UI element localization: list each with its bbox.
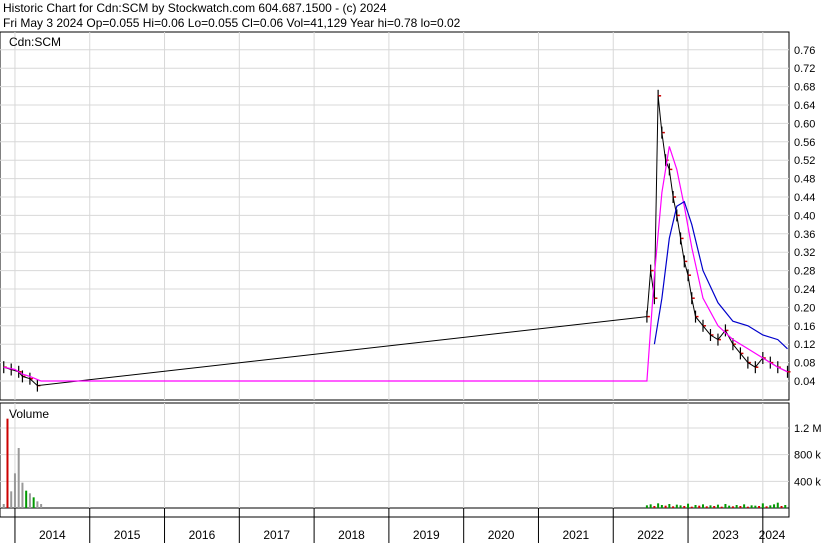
volume-bar [731, 506, 734, 508]
volume-bar [750, 505, 753, 508]
price-tick-label: 0.12 [794, 339, 815, 351]
price-tick-label: 0.20 [794, 302, 815, 314]
volume-bar [780, 506, 783, 508]
volume-bar [40, 504, 43, 508]
price-tick-label: 0.76 [794, 45, 815, 57]
x-tick-label: 2021 [563, 528, 590, 542]
volume-bar [728, 505, 731, 508]
timeline-strip [0, 507, 790, 518]
volume-bar [28, 493, 31, 508]
volume-panel-frame [0, 402, 790, 509]
volume-bar [25, 490, 28, 508]
x-tick-label: 2019 [413, 528, 440, 542]
price-tick-label: 0.64 [794, 100, 815, 112]
x-tick-label: 2023 [712, 528, 739, 542]
volume-bar [694, 505, 697, 508]
price-tick-label: 0.52 [794, 155, 815, 167]
volume-tick-label: 400 k [794, 476, 821, 488]
price-tick-label: 0.16 [794, 321, 815, 333]
volume-bar [675, 504, 678, 508]
x-tick-label: 2020 [488, 528, 515, 542]
volume-bar [672, 506, 675, 508]
volume-tick-label: 800 k [794, 450, 821, 462]
volume-bar [690, 506, 693, 508]
x-tick-label: 2018 [338, 528, 365, 542]
volume-bar [683, 506, 686, 508]
x-tick-label: 2017 [263, 528, 290, 542]
volume-bar [657, 503, 660, 508]
volume-bar [10, 491, 13, 508]
x-tick-label: 2015 [114, 528, 141, 542]
volume-bar [701, 504, 704, 508]
volume-bar [32, 497, 35, 508]
volume-bar [36, 501, 39, 508]
volume-bar [660, 505, 663, 508]
volume-bar [735, 505, 738, 508]
volume-bar [773, 504, 776, 508]
price-tick-label: 0.08 [794, 358, 815, 370]
volume-bar [761, 503, 764, 508]
price-tick-label: 0.48 [794, 174, 815, 186]
volume-bar [6, 418, 9, 508]
volume-bar [17, 448, 20, 508]
volume-bar [664, 505, 667, 508]
volume-bar [713, 506, 716, 508]
volume-bar [743, 504, 746, 508]
volume-bar [758, 506, 761, 508]
price-panel-title: Cdn:SCM [9, 35, 61, 49]
price-tick-label: 0.60 [794, 118, 815, 130]
volume-bar [2, 504, 5, 508]
volume-bar [0, 500, 1, 508]
volume-bar [720, 506, 723, 508]
volume-bar [698, 505, 701, 508]
volume-bar [13, 473, 16, 508]
price-tick-label: 0.32 [794, 247, 815, 259]
price-tick-label: 0.24 [794, 284, 815, 296]
volume-bar [679, 505, 682, 508]
volume-bar [705, 506, 708, 508]
x-tick-label: 2024 [759, 528, 786, 542]
price-volume-chart: 0.76 0.72 0.68 0.64 0.60 0.56 0.52 0.48 0.44 0.40… [0, 31, 822, 543]
volume-bar [668, 504, 671, 508]
price-tick-label: 0.68 [794, 82, 815, 94]
volume-bar [653, 506, 656, 508]
volume-bar [649, 504, 652, 508]
volume-bar [687, 503, 690, 508]
volume-bar [746, 506, 749, 508]
x-tick-label: 2014 [39, 528, 66, 542]
volume-bar [21, 482, 24, 508]
volume-bar [724, 504, 727, 508]
price-tick-label: 0.56 [794, 137, 815, 149]
price-tick-label: 0.36 [794, 229, 815, 241]
volume-bar [769, 505, 772, 508]
volume-bar [784, 505, 787, 508]
volume-bar [739, 506, 742, 508]
price-tick-label: 0.04 [794, 376, 815, 388]
volume-bar [716, 504, 719, 508]
price-tick-label: 0.28 [794, 266, 815, 278]
price-tick-label: 0.40 [794, 210, 815, 222]
volume-panel-title: Volume [9, 407, 49, 421]
price-tick-label: 0.72 [794, 63, 815, 75]
x-tick-label: 2022 [637, 528, 664, 542]
volume-tick-label: 1.2 M [794, 423, 822, 435]
volume-bar [709, 505, 712, 508]
volume-bar [776, 502, 779, 508]
volume-bar [754, 505, 757, 508]
x-tick-label: 2016 [189, 528, 216, 542]
volume-bar [765, 506, 768, 508]
volume-bar [645, 505, 648, 508]
price-tick-label: 0.44 [794, 192, 815, 204]
